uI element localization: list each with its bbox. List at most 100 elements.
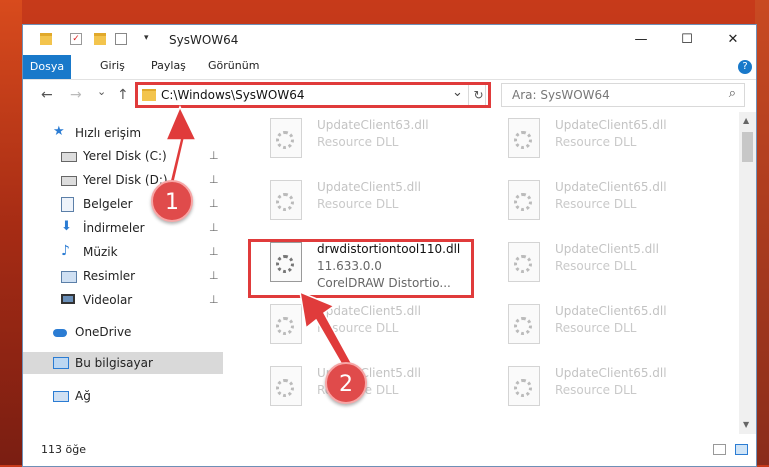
chevron-down-icon[interactable]: ▾ [144,33,156,45]
scroll-down-icon[interactable]: ▼ [743,420,749,429]
sidebar-item-label: Resimler [83,269,136,283]
sidebar-item-network[interactable]: Ağ [23,385,223,407]
drive-icon [61,176,77,186]
documents-icon [61,197,74,212]
sidebar-item-label: Bu bilgisayar [75,356,153,370]
item-count: 113 öğe [41,443,86,456]
dll-file-icon [508,242,540,282]
address-highlight-box [135,82,491,108]
customize-toolbar-icon[interactable] [115,33,127,45]
step-2-badge: 2 [325,362,367,404]
pin-icon[interactable]: ⊥ [209,269,219,282]
file-name: UpdateClient63.dll [317,118,429,132]
dll-file-icon [508,118,540,158]
sidebar-item-label: Ağ [75,389,91,403]
large-icons-view-icon[interactable] [735,444,748,455]
sidebar-item-quick-access[interactable]: ★ Hızlı erişim [23,122,223,144]
computer-icon [53,357,69,369]
file-item[interactable]: UpdateClient65.dll Resource DLL [501,112,731,168]
gear-icon [514,193,532,211]
file-item[interactable]: UpdateClient65.dll Resource DLL [501,174,731,230]
details-view-icon[interactable] [713,444,726,455]
sidebar-item-downloads[interactable]: ⬇ İndirmeler ⊥ [23,217,223,239]
file-type: Resource DLL [317,197,399,211]
sidebar-item-onedrive[interactable]: OneDrive [23,321,223,343]
file-item[interactable]: UpdateClient5.dll Resource DLL [501,236,731,292]
step-1-badge: 1 [151,180,193,222]
scroll-up-icon[interactable]: ▲ [743,116,749,125]
tab-paylas[interactable]: Paylaş [151,59,186,72]
properties-icon[interactable]: ✓ [70,33,82,45]
help-button[interactable]: ? [738,60,752,74]
videos-icon [61,294,75,304]
recent-locations-button[interactable]: ⌄ [97,85,106,98]
dll-file-icon [270,304,302,344]
search-icon[interactable]: ⌕ [729,86,736,101]
sidebar-item-label: Hızlı erişim [75,126,142,140]
file-type: Resource DLL [555,135,637,149]
file-item[interactable]: UpdateClient5.dll Resource DLL [263,174,493,230]
forward-button[interactable]: → [70,87,82,103]
sidebar-item-this-pc[interactable]: Bu bilgisayar [23,352,223,374]
downloads-icon: ⬇ [61,219,72,234]
dll-file-icon [270,366,302,406]
up-button[interactable]: ↑ [117,87,129,103]
cloud-icon [53,329,67,337]
status-bar: 113 öğe [23,434,756,466]
gear-icon [276,379,294,397]
file-type: Resource DLL [555,259,637,273]
pin-icon[interactable]: ⊥ [209,221,219,234]
sidebar-item-local-disk-c[interactable]: Yerel Disk (C:) ⊥ [23,145,223,167]
pin-icon[interactable]: ⊥ [209,197,219,210]
tab-giris[interactable]: Giriş [100,59,125,72]
file-item[interactable]: UpdateClient5.dll Resource DLL [263,360,493,416]
file-item[interactable]: UpdateClient63.dll Resource DLL [263,112,493,168]
file-name: UpdateClient65.dll [555,180,667,194]
file-type: Resource DLL [555,197,637,211]
gear-icon [514,131,532,149]
scrollbar-thumb[interactable] [742,132,753,162]
tab-dosya[interactable]: Dosya [23,55,71,79]
desktop-background-left [0,0,22,465]
sidebar-item-label: Müzik [83,245,118,259]
window-title: SysWOW64 [169,33,239,47]
network-icon [53,391,69,402]
close-button[interactable]: ✕ [710,25,756,55]
sidebar-item-videos[interactable]: Videolar ⊥ [23,289,223,311]
sidebar-item-pictures[interactable]: Resimler ⊥ [23,265,223,287]
dll-file-icon [270,118,302,158]
star-icon: ★ [53,124,65,139]
pin-icon[interactable]: ⊥ [209,293,219,306]
minimize-button[interactable]: — [618,25,664,55]
file-item[interactable]: UpdateClient65.dll Resource DLL [501,298,731,354]
pin-icon[interactable]: ⊥ [209,245,219,258]
file-type: Resource DLL [317,135,399,149]
sidebar-item-local-disk-d[interactable]: Yerel Disk (D:) ⊥ [23,169,223,191]
sidebar-item-music[interactable]: ♪ Müzik ⊥ [23,241,223,263]
sidebar-item-documents[interactable]: Belgeler ⊥ [23,193,223,215]
gear-icon [276,193,294,211]
gear-icon [514,317,532,335]
desktop-background-right [755,0,769,465]
sidebar-item-label: İndirmeler [83,221,145,235]
back-button[interactable]: ← [41,87,53,103]
file-name: UpdateClient65.dll [555,304,667,318]
file-highlight-box [248,239,474,298]
sidebar-item-label: Videolar [83,293,133,307]
maximize-button[interactable]: ☐ [664,25,710,55]
file-item[interactable]: UpdateClient5.dll Resource DLL [263,298,493,354]
gear-icon [514,255,532,273]
dll-file-icon [508,366,540,406]
pin-icon[interactable]: ⊥ [209,149,219,162]
tab-gorunum[interactable]: Görünüm [208,59,259,72]
gear-icon [276,317,294,335]
new-folder-icon[interactable] [94,33,106,45]
file-name: UpdateClient5.dll [317,304,421,318]
vertical-scrollbar[interactable]: ▲ ▼ [739,112,756,434]
file-item[interactable]: UpdateClient65.dll Resource DLL [501,360,731,416]
ribbon-tabs: Dosya Giriş Paylaş Görünüm ? [23,55,756,80]
search-input[interactable]: Ara: SysWOW64 ⌕ [501,83,745,107]
pin-icon[interactable]: ⊥ [209,173,219,186]
file-name: UpdateClient65.dll [555,118,667,132]
dll-file-icon [508,304,540,344]
